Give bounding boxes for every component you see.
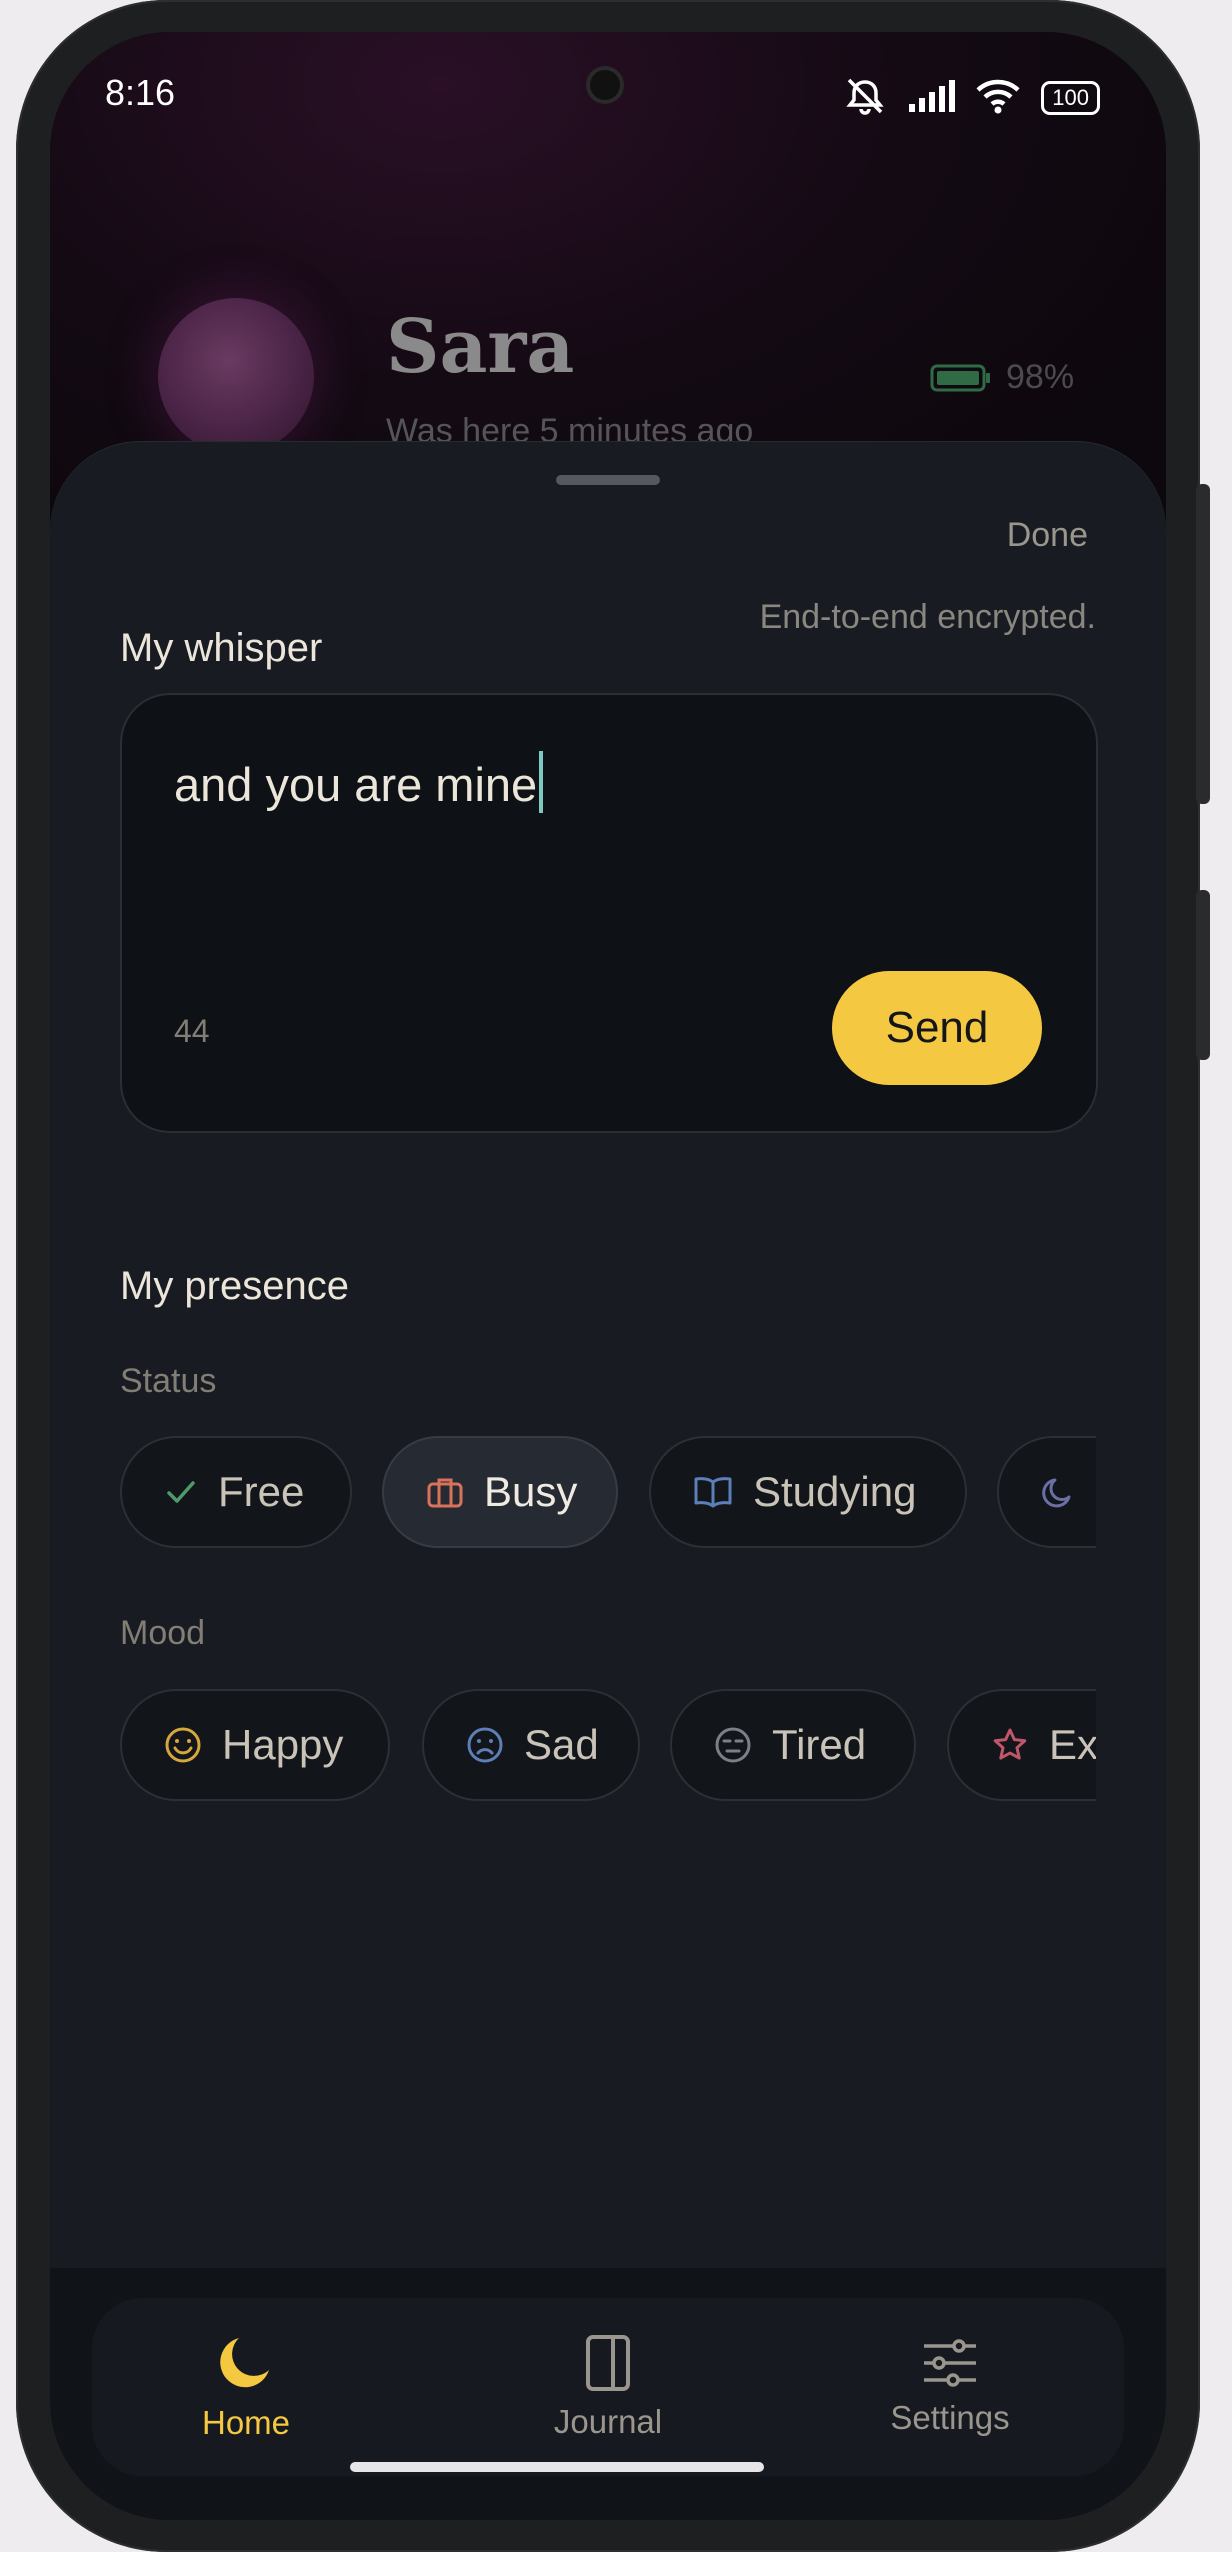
mood-chip-tired[interactable]: Tired (670, 1689, 916, 1801)
status-label: Status (120, 1362, 217, 1400)
smile-icon (165, 1727, 201, 1763)
volume-button (1196, 484, 1210, 804)
status-chip-row: Free Busy Studying (120, 1436, 1096, 1552)
whisper-composer[interactable]: and you are mine 44 Send (120, 693, 1098, 1133)
whisper-input[interactable]: and you are mine (174, 751, 544, 813)
status-bar: 8:16 100 (50, 32, 1166, 162)
text-caret (539, 751, 544, 813)
status-chip-studying[interactable]: Studying (649, 1436, 967, 1548)
whisper-title: My whisper (120, 626, 323, 670)
tab-label: Journal (553, 2403, 663, 2440)
moon-icon (220, 2338, 269, 2388)
mood-chip-label: Tired (772, 1721, 867, 1768)
bottom-nav: Home Journal Settings (50, 2268, 1166, 2520)
mood-chip-happy[interactable]: Happy (120, 1689, 390, 1801)
battery-icon (930, 364, 990, 391)
tab-home[interactable]: Home (126, 2298, 366, 2476)
send-button[interactable]: Send (832, 971, 1042, 1085)
whisper-text: and you are mine (174, 758, 538, 811)
mood-chip-label: Sad (524, 1721, 599, 1768)
moon-icon (1042, 1478, 1071, 1508)
tab-label: Settings (890, 2399, 1010, 2436)
done-button[interactable]: Done (1007, 516, 1088, 555)
mood-chip-label: Exc (1049, 1721, 1096, 1768)
status-chip-free[interactable]: Free (120, 1436, 352, 1548)
sheet-grabber[interactable] (556, 475, 660, 485)
camera-cutout (586, 66, 624, 104)
sliders-icon (924, 2339, 976, 2387)
status-chip-busy[interactable]: Busy (382, 1436, 618, 1548)
tab-label: Home (201, 2404, 291, 2441)
bottom-sheet: Done My whisper End-to-end encrypted. an… (50, 442, 1166, 2520)
partner-header: Sara Was here 5 minutes ago 98% (50, 252, 1166, 472)
journal-icon (586, 2335, 630, 2391)
wifi-icon (975, 78, 1021, 118)
power-button (1196, 890, 1210, 1060)
tab-journal[interactable]: Journal (488, 2298, 728, 2476)
partner-battery-percent: 98% (1006, 358, 1075, 396)
tab-settings[interactable]: Settings (830, 2298, 1070, 2476)
avatar (158, 298, 314, 454)
book-icon (694, 1477, 732, 1508)
home-indicator[interactable] (350, 2462, 764, 2472)
clock: 8:16 (105, 72, 176, 113)
status-chip-label: Studying (753, 1468, 917, 1515)
status-icons: 100 (843, 76, 1100, 120)
mood-label: Mood (120, 1614, 206, 1652)
star-icon (993, 1728, 1027, 1760)
battery-indicator: 100 (1041, 81, 1100, 115)
tired-face-icon (715, 1727, 751, 1763)
mute-icon (843, 76, 887, 120)
signal-icon (907, 80, 956, 116)
briefcase-icon (427, 1478, 463, 1508)
mood-chip-excited[interactable]: Exc (947, 1689, 1096, 1801)
mood-chip-sad[interactable]: Sad (422, 1689, 640, 1801)
presence-title: My presence (120, 1264, 349, 1308)
character-counter: 44 (174, 1013, 210, 1049)
screen: 8:16 100 Sara Was here 5 minutes ago 98%… (50, 32, 1166, 2520)
partner-battery: 98% (930, 358, 1074, 397)
encryption-note: End-to-end encrypted. (759, 598, 1096, 636)
mood-chip-row: Happy Sad Tired Exc (120, 1689, 1096, 1805)
status-chip-sleeping[interactable] (997, 1436, 1096, 1548)
status-chip-label: Free (218, 1468, 305, 1515)
check-icon (167, 1481, 195, 1503)
partner-name: Sara (386, 304, 575, 390)
frown-icon (467, 1727, 503, 1763)
mood-chip-label: Happy (222, 1721, 344, 1768)
status-chip-label: Busy (484, 1468, 578, 1515)
nav-container: Home Journal Settings (92, 2298, 1124, 2476)
